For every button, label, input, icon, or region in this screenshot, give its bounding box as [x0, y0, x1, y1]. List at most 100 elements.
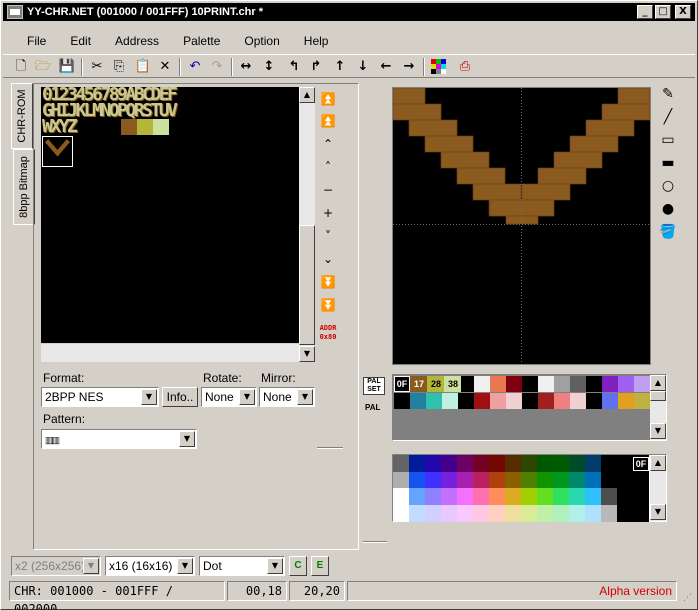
- palette-swatch[interactable]: [522, 393, 538, 409]
- nes-color-swatch[interactable]: [505, 455, 521, 472]
- chevron-down-icon[interactable]: ▼: [239, 389, 255, 405]
- menu-file[interactable]: File: [3, 32, 56, 50]
- nes-color-swatch[interactable]: [409, 504, 425, 522]
- nes-color-swatch[interactable]: [393, 455, 409, 472]
- nes-color-swatch[interactable]: [537, 488, 553, 505]
- new-file-icon[interactable]: 🗋: [11, 58, 31, 76]
- nes-color-swatch[interactable]: [425, 471, 441, 489]
- export-icon[interactable]: ⎙: [455, 58, 475, 76]
- nes-color-swatch[interactable]: [489, 504, 505, 522]
- nes-color-swatch[interactable]: [537, 504, 553, 522]
- chevron-down-icon[interactable]: ▼: [141, 389, 157, 405]
- flip-horizontal-icon[interactable]: ↔: [236, 58, 256, 76]
- nes-color-swatch[interactable]: [601, 488, 617, 505]
- scroll-thumb[interactable]: [650, 391, 666, 401]
- format-select[interactable]: 2BPP NES ▼: [41, 387, 159, 407]
- palette-swatch[interactable]: [554, 393, 570, 409]
- scroll-up-button[interactable]: ▲: [299, 87, 315, 103]
- nes-color-swatch[interactable]: [457, 488, 473, 505]
- scroll-down-button[interactable]: ▼: [650, 423, 666, 439]
- nes-color-swatch[interactable]: [569, 488, 585, 505]
- nes-color-swatch[interactable]: [457, 455, 473, 472]
- nav-top-icon[interactable]: ⏫: [317, 89, 339, 109]
- pal-code-2[interactable]: 28: [428, 376, 444, 392]
- pixel-editor-canvas[interactable]: [392, 87, 651, 365]
- nes-color-swatch[interactable]: [505, 471, 521, 489]
- circle-icon[interactable]: ○: [657, 175, 679, 197]
- nes-color-swatch[interactable]: [521, 488, 537, 505]
- maximize-button[interactable]: □: [655, 5, 671, 19]
- chr-tile-view[interactable]: 0123456789ABCDEF GHIJKLMNOPQRSTUV WXYZ: [41, 87, 299, 343]
- nes-palette-scrollbar[interactable]: ▲ ▼: [650, 455, 666, 521]
- nes-color-swatch[interactable]: [489, 488, 505, 505]
- chevron-down-icon[interactable]: ▼: [179, 431, 195, 447]
- palette-swatch[interactable]: [474, 393, 490, 409]
- cut-icon[interactable]: ✂: [87, 58, 107, 76]
- palette-swatch[interactable]: [538, 393, 554, 409]
- minimize-button[interactable]: _: [637, 5, 653, 19]
- palette-swatch[interactable]: [570, 393, 586, 409]
- pal-code-0[interactable]: 0F: [394, 376, 410, 392]
- nav-page-down-icon[interactable]: ⌄: [317, 249, 339, 269]
- nes-palette-grid[interactable]: 0F ▲ ▼: [392, 454, 667, 522]
- nav-page-up-fast-icon[interactable]: ⏫: [317, 111, 339, 131]
- menu-address[interactable]: Address: [101, 32, 169, 50]
- nes-color-swatch[interactable]: [505, 488, 521, 505]
- nes-color-swatch[interactable]: [617, 504, 633, 522]
- nes-color-swatch[interactable]: [409, 488, 425, 505]
- selected-tile[interactable]: [42, 136, 73, 167]
- save-icon[interactable]: 💾: [57, 58, 77, 76]
- scroll-up-button[interactable]: ▲: [650, 455, 666, 471]
- filled-rectangle-icon[interactable]: ▬: [657, 152, 679, 174]
- scroll-thumb[interactable]: [299, 225, 315, 345]
- nes-color-swatch[interactable]: [585, 471, 601, 489]
- close-button[interactable]: X: [675, 5, 691, 19]
- palette-swatch[interactable]: [490, 393, 506, 409]
- nes-color-swatch[interactable]: [473, 471, 489, 489]
- palette-swatch[interactable]: [442, 393, 458, 409]
- menu-help[interactable]: Help: [290, 32, 339, 50]
- palette-swatch[interactable]: [410, 393, 426, 409]
- zoom-select[interactable]: x2 (256x256) ▼: [11, 556, 101, 576]
- chr-scrollbar[interactable]: ▲ ▼: [299, 87, 315, 362]
- palette-swatch[interactable]: [394, 393, 410, 409]
- nes-color-swatch[interactable]: [633, 488, 649, 505]
- shift-down-icon[interactable]: ↓: [353, 58, 373, 76]
- nes-color-swatch[interactable]: [633, 471, 649, 489]
- nes-color-swatch[interactable]: [393, 471, 409, 489]
- grid-size-select[interactable]: x16 (16x16) ▼: [105, 556, 195, 576]
- menu-option[interactable]: Option: [230, 32, 289, 50]
- nes-color-swatch[interactable]: [569, 504, 585, 522]
- palette-swatch[interactable]: [602, 393, 618, 409]
- nes-color-swatch[interactable]: [537, 471, 553, 489]
- nav-line-up-icon[interactable]: ˄: [317, 157, 339, 177]
- palette-swatch[interactable]: [506, 376, 522, 392]
- palette-set-scrollbar[interactable]: ▲ ▼: [650, 375, 666, 440]
- nes-color-swatch[interactable]: [457, 504, 473, 522]
- nes-color-swatch[interactable]: [473, 455, 489, 472]
- chevron-down-icon[interactable]: ▼: [83, 558, 99, 574]
- rectangle-icon[interactable]: ▭: [657, 129, 679, 151]
- rotate-left-icon[interactable]: ↰: [284, 58, 304, 76]
- nes-color-swatch[interactable]: [489, 471, 505, 489]
- resize-grip-icon[interactable]: ⋰: [683, 593, 693, 603]
- palette-swatch[interactable]: [474, 376, 490, 392]
- filled-circle-icon[interactable]: ●: [657, 198, 679, 220]
- title-bar[interactable]: YY-CHR.NET (001000 / 001FFF) 10PRINT.chr…: [3, 3, 695, 21]
- nes-color-swatch[interactable]: [521, 455, 537, 472]
- nes-color-swatch[interactable]: [505, 504, 521, 522]
- nes-color-swatch[interactable]: [425, 488, 441, 505]
- mirror-select[interactable]: None ▼: [259, 387, 315, 407]
- nes-color-swatch[interactable]: [489, 455, 505, 472]
- palette-swatch[interactable]: [618, 393, 634, 409]
- info-button[interactable]: Info..: [162, 387, 198, 407]
- undo-icon[interactable]: ↶: [185, 58, 205, 76]
- nes-color-swatch[interactable]: [585, 504, 601, 522]
- palette-swatch[interactable]: [570, 376, 586, 392]
- redo-icon[interactable]: ↷: [207, 58, 227, 76]
- palette-swatch[interactable]: [506, 393, 522, 409]
- palette-color-icon[interactable]: [429, 58, 449, 76]
- nes-color-swatch[interactable]: [473, 488, 489, 505]
- nes-color-swatch[interactable]: [393, 504, 409, 522]
- nes-color-swatch[interactable]: [553, 504, 569, 522]
